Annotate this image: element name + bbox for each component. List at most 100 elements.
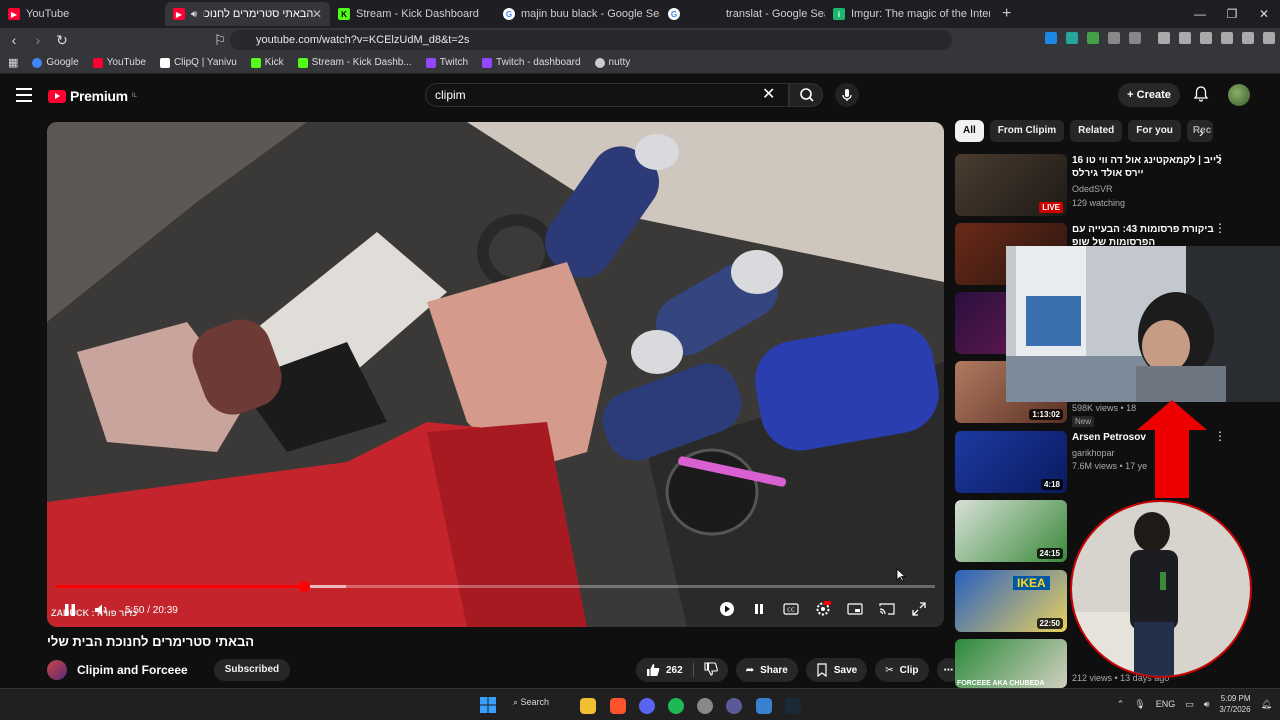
reload-button[interactable]: ↻ bbox=[52, 32, 72, 49]
bookmark-item[interactable]: Google bbox=[32, 57, 79, 68]
vpn-icon[interactable] bbox=[1242, 32, 1254, 44]
extension-icon[interactable] bbox=[1066, 32, 1078, 44]
settings-button[interactable] bbox=[814, 601, 832, 617]
bookmark-icon[interactable]: ⚐ bbox=[210, 32, 230, 49]
wallet-icon[interactable] bbox=[1200, 32, 1212, 44]
steam-icon[interactable] bbox=[785, 698, 801, 714]
video-thumbnail[interactable]: 4:18 bbox=[955, 431, 1067, 493]
share-button[interactable]: ➦ Share bbox=[735, 658, 798, 682]
new-tab-button[interactable]: + bbox=[990, 5, 1023, 23]
create-button[interactable]: + Create bbox=[1118, 83, 1180, 107]
chip-for-you[interactable]: For you bbox=[1128, 120, 1181, 142]
windows-start-icon[interactable] bbox=[480, 697, 496, 713]
music-icon[interactable] bbox=[1158, 32, 1170, 44]
progress-bar[interactable] bbox=[56, 581, 935, 592]
bookmark-item[interactable]: Twitch - dashboard bbox=[482, 57, 581, 68]
spotify-icon[interactable] bbox=[668, 698, 684, 714]
clock[interactable]: 5:09 PM 3/7/2026 bbox=[1219, 693, 1250, 715]
chevron-right-icon[interactable]: › bbox=[1199, 124, 1204, 140]
like-button[interactable]: 262 bbox=[646, 663, 683, 677]
rec-title[interactable]: לייב | לקמאקטינג אול דה ווי טו 16 יירס א… bbox=[1072, 154, 1222, 180]
chip-related[interactable]: Related bbox=[1070, 120, 1123, 142]
close-tab-icon[interactable]: ✕ bbox=[312, 7, 322, 21]
puzzle-icon[interactable] bbox=[1108, 32, 1120, 44]
mute-button[interactable] bbox=[93, 602, 111, 618]
browser-tab-active[interactable]: ▶ 🔊︎ הבאתי סטרימרים לחנוכת הב ✕ bbox=[165, 2, 330, 26]
obs-icon[interactable] bbox=[697, 698, 713, 714]
browser-tab[interactable]: i Imgur: The magic of the Internet bbox=[825, 2, 990, 26]
hamburger-menu-icon[interactable] bbox=[16, 88, 32, 106]
account-avatar[interactable] bbox=[1228, 84, 1250, 106]
miniplayer-button[interactable] bbox=[846, 601, 864, 617]
youtube-logo[interactable]: Premium IL bbox=[48, 88, 137, 104]
autoplay-toggle[interactable] bbox=[718, 601, 736, 617]
voice-search-button[interactable] bbox=[835, 83, 859, 107]
leo-icon[interactable] bbox=[1221, 32, 1233, 44]
taskbar-search[interactable]: ⌕ Search bbox=[513, 697, 549, 708]
minimize-button[interactable]: — bbox=[1184, 0, 1216, 28]
extension-icon[interactable] bbox=[1129, 32, 1141, 44]
more-vertical-icon[interactable]: ⋮ bbox=[1214, 153, 1226, 165]
app-icon[interactable] bbox=[756, 698, 772, 714]
save-button[interactable]: Save bbox=[805, 658, 868, 682]
notifications-bell-icon[interactable] bbox=[1192, 85, 1210, 103]
bookmark-item[interactable]: ClipQ | Yanivu bbox=[159, 57, 237, 68]
app-icon[interactable] bbox=[726, 698, 742, 714]
video-thumbnail[interactable]: 24:15 bbox=[955, 500, 1067, 562]
restore-button[interactable]: ❐ bbox=[1216, 0, 1248, 28]
menu-icon[interactable] bbox=[1263, 32, 1275, 44]
extension-icon[interactable] bbox=[1045, 32, 1057, 44]
pause-toggle[interactable] bbox=[750, 601, 768, 617]
recommendation-item[interactable]: 4:18 Arsen Petrosov garikhopar 7.6M view… bbox=[955, 430, 1255, 493]
clip-button[interactable]: ✂ Clip bbox=[875, 658, 929, 682]
url-field[interactable]: youtube.com/watch?v=KCElzUdM_d8&t=2s bbox=[230, 30, 952, 50]
back-button[interactable]: ‹ bbox=[4, 32, 24, 48]
bookmark-item[interactable]: YouTube bbox=[92, 57, 146, 68]
bookmark-item[interactable]: nutty bbox=[594, 57, 630, 68]
cast-button[interactable] bbox=[878, 601, 896, 617]
volume-icon[interactable]: 🔊︎ bbox=[1204, 699, 1210, 710]
subscribed-button[interactable]: Subscribed bbox=[213, 659, 291, 681]
fullscreen-button[interactable] bbox=[910, 601, 928, 617]
chip-all[interactable]: All bbox=[955, 120, 984, 142]
more-vertical-icon[interactable]: ⋮ bbox=[1214, 430, 1226, 442]
browser-tab[interactable]: G translat - Google Search bbox=[660, 2, 825, 26]
dislike-button[interactable] bbox=[704, 661, 718, 679]
bookmark-item[interactable]: Stream - Kick Dashb... bbox=[297, 57, 412, 68]
browser-tab[interactable]: G majin buu black - Google Search bbox=[495, 2, 660, 26]
browser-tab[interactable]: K Stream - Kick Dashboard bbox=[330, 2, 495, 26]
browser-tab[interactable]: ▶ YouTube bbox=[0, 2, 165, 26]
bookmark-item[interactable]: Twitch bbox=[425, 57, 468, 68]
close-window-button[interactable]: ✕ bbox=[1248, 0, 1280, 28]
rec-channel[interactable]: garikhopar bbox=[1072, 448, 1115, 458]
bookmark-item[interactable]: Kick bbox=[250, 57, 284, 68]
notifications-icon[interactable]: 🔔︎ bbox=[1261, 699, 1272, 710]
video-player[interactable]: ZADUCK : כדור פורה 5:50 / 20:39 CC bbox=[47, 122, 944, 627]
microphone-icon[interactable]: 🎙︎ bbox=[1134, 699, 1145, 710]
sidebar-icon[interactable] bbox=[1179, 32, 1191, 44]
chip-from-clipim[interactable]: From Clipim bbox=[989, 120, 1065, 142]
language-indicator[interactable]: ENG bbox=[1156, 699, 1176, 709]
network-icon[interactable]: ▭ bbox=[1185, 699, 1194, 710]
speaker-icon[interactable]: 🔊︎ bbox=[191, 9, 197, 20]
channel-name[interactable]: Clipim and Forceee bbox=[77, 663, 188, 677]
search-button[interactable] bbox=[789, 83, 823, 107]
file-explorer-icon[interactable] bbox=[580, 698, 596, 714]
chevron-up-icon[interactable]: ⌃ bbox=[1117, 699, 1125, 710]
subtitles-button[interactable]: CC bbox=[782, 601, 800, 617]
video-thumbnail[interactable]: FORCEEE AKA CHUBEDA bbox=[955, 639, 1067, 688]
recommendation-item[interactable]: LIVE לייב | לקמאקטינג אול דה ווי טו 16 י… bbox=[955, 153, 1255, 216]
more-vertical-icon[interactable]: ⋮ bbox=[1214, 222, 1226, 234]
apps-grid-icon[interactable]: ▦ bbox=[8, 56, 18, 69]
pause-button[interactable] bbox=[61, 602, 79, 618]
search-input[interactable]: clipim bbox=[425, 83, 789, 107]
video-thumbnail[interactable]: LIVE bbox=[955, 154, 1067, 216]
discord-icon[interactable] bbox=[639, 698, 655, 714]
rec-channel[interactable]: OdedSVR bbox=[1072, 184, 1113, 194]
extension-icon[interactable] bbox=[1087, 32, 1099, 44]
clear-search-icon[interactable]: ✕ bbox=[762, 84, 775, 104]
brave-icon[interactable] bbox=[610, 698, 626, 714]
forward-button[interactable]: › bbox=[28, 32, 48, 48]
video-thumbnail[interactable]: IKEA 22:50 bbox=[955, 570, 1067, 632]
channel-avatar[interactable] bbox=[47, 660, 67, 680]
